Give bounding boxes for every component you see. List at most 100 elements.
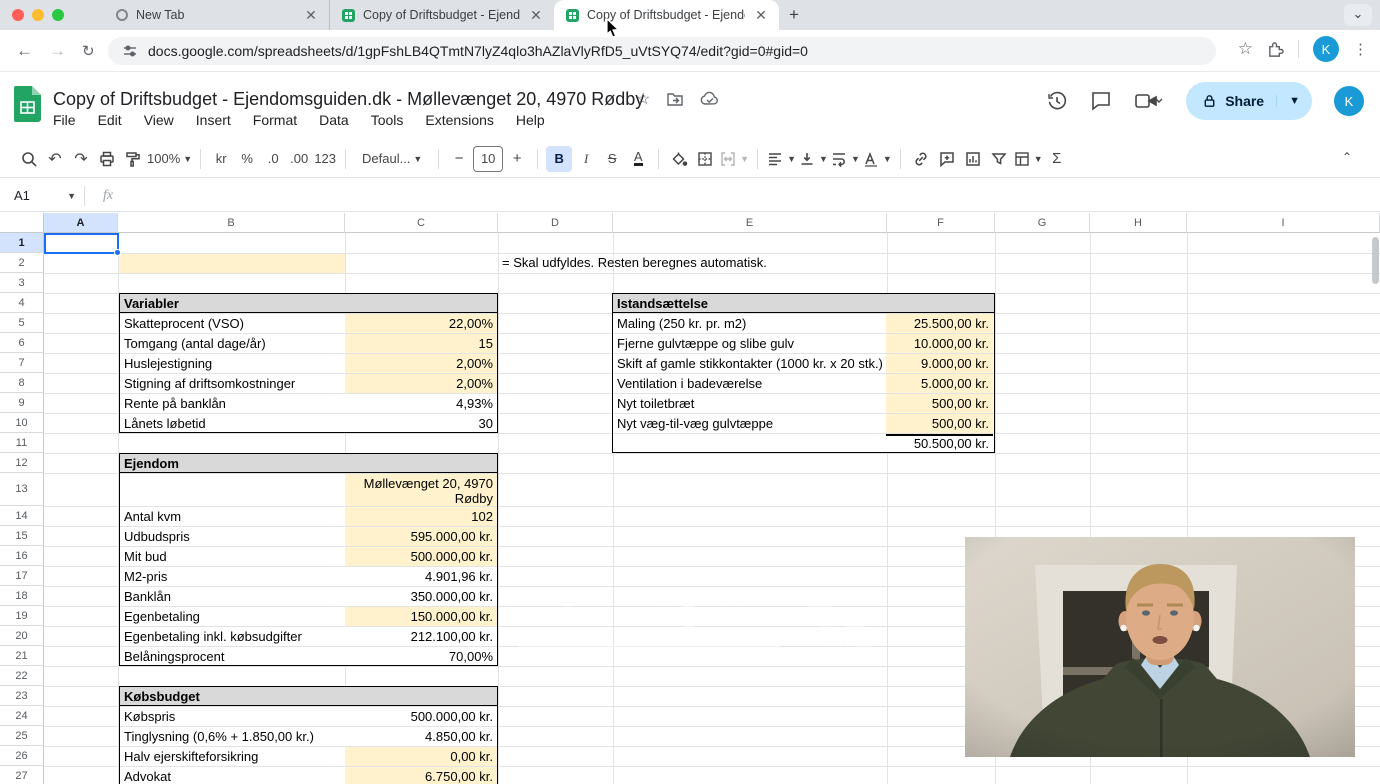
- format-percent-button[interactable]: %: [235, 146, 259, 172]
- row-value[interactable]: 500.000,00 kr.: [345, 547, 497, 566]
- row-header-3[interactable]: 3: [0, 273, 44, 293]
- back-button[interactable]: ←: [16, 41, 33, 61]
- column-header-B[interactable]: B: [118, 213, 345, 233]
- menu-format[interactable]: Format: [253, 112, 297, 128]
- menu-insert[interactable]: Insert: [196, 112, 231, 128]
- column-header-C[interactable]: C: [345, 213, 498, 233]
- row-label[interactable]: Tinglysning (0,6% + 1.850,00 kr.): [120, 727, 345, 746]
- increase-font-size-button[interactable]: +: [505, 146, 529, 172]
- insert-link-icon[interactable]: [909, 146, 933, 172]
- row-value[interactable]: 4.901,96 kr.: [345, 567, 497, 586]
- menu-view[interactable]: View: [144, 112, 174, 128]
- menu-tools[interactable]: Tools: [371, 112, 404, 128]
- row-header-13[interactable]: 13: [0, 473, 44, 506]
- close-tab-icon[interactable]: ✕: [753, 7, 769, 24]
- row-label[interactable]: Antal kvm: [120, 507, 345, 526]
- row-label[interactable]: Skatteprocent (VSO): [120, 314, 345, 333]
- row-value[interactable]: Møllevænget 20, 4970 Rødby: [345, 474, 497, 506]
- fill-color-icon[interactable]: [667, 146, 691, 172]
- row-header-21[interactable]: 21: [0, 646, 44, 666]
- tab-driftsbudget-1[interactable]: Copy of Driftsbudget - Ejendo ✕: [329, 0, 554, 30]
- zoom-window-button[interactable]: [52, 9, 64, 21]
- row-header-15[interactable]: 15: [0, 526, 44, 546]
- row-header-4[interactable]: 4: [0, 293, 44, 313]
- version-history-icon[interactable]: [1046, 90, 1068, 112]
- row-header-6[interactable]: 6: [0, 333, 44, 353]
- refresh-button[interactable]: ↻: [82, 42, 95, 60]
- legend-color-cell[interactable]: [119, 254, 345, 273]
- sheets-logo-icon[interactable]: [14, 86, 41, 122]
- row-header-22[interactable]: 22: [0, 666, 44, 686]
- document-title[interactable]: Copy of Driftsbudget - Ejendomsguiden.dk…: [53, 89, 644, 110]
- row-label[interactable]: Ventilation i badeværelse: [613, 374, 886, 393]
- redo-icon[interactable]: ↷: [69, 146, 93, 172]
- new-tab-button[interactable]: +: [789, 5, 799, 25]
- horizontal-align-button[interactable]: ▼: [766, 146, 796, 172]
- borders-icon[interactable]: [693, 146, 717, 172]
- row-label[interactable]: Nyt væg-til-væg gulvtæppe: [613, 414, 886, 433]
- row-value[interactable]: 4.850,00 kr.: [345, 727, 497, 746]
- row-header-2[interactable]: 2: [0, 253, 44, 273]
- fill-handle[interactable]: [114, 249, 121, 256]
- row-header-14[interactable]: 14: [0, 506, 44, 526]
- row-header-11[interactable]: 11: [0, 433, 44, 453]
- collapse-toolbar-icon[interactable]: ⌃: [1342, 150, 1352, 164]
- row-header-5[interactable]: 5: [0, 313, 44, 333]
- text-color-button[interactable]: A: [626, 146, 650, 172]
- legend-note[interactable]: = Skal udfyldes. Resten beregnes automat…: [502, 253, 767, 273]
- row-header-1[interactable]: 1: [0, 233, 44, 253]
- webcam-video-overlay[interactable]: [965, 537, 1355, 757]
- italic-button[interactable]: I: [574, 146, 598, 172]
- row-header-7[interactable]: 7: [0, 353, 44, 373]
- bold-button[interactable]: B: [546, 146, 572, 172]
- menu-data[interactable]: Data: [319, 112, 349, 128]
- site-settings-icon[interactable]: [122, 43, 138, 59]
- row-value[interactable]: 30: [345, 414, 497, 433]
- row-label[interactable]: Stigning af driftsomkostninger: [120, 374, 345, 393]
- create-filter-icon[interactable]: [987, 146, 1011, 172]
- column-header-I[interactable]: I: [1187, 213, 1380, 233]
- cloud-saved-icon[interactable]: [700, 90, 720, 108]
- row-value[interactable]: 5.000,00 kr.: [886, 374, 993, 393]
- row-header-20[interactable]: 20: [0, 626, 44, 646]
- menu-edit[interactable]: Edit: [98, 112, 122, 128]
- table-header[interactable]: Variabler: [120, 294, 497, 313]
- table-header[interactable]: Ejendom: [120, 454, 497, 473]
- format-currency-button[interactable]: kr: [209, 146, 233, 172]
- undo-icon[interactable]: ↶: [43, 146, 67, 172]
- tab-search-chevron-icon[interactable]: ⌄: [1344, 4, 1372, 26]
- address-bar[interactable]: docs.google.com/spreadsheets/d/1gpFshLB4…: [108, 37, 1216, 65]
- tab-driftsbudget-2[interactable]: Copy of Driftsbudget - Ejendo ✕: [554, 0, 779, 30]
- row-label[interactable]: M2-pris: [120, 567, 345, 586]
- row-header-18[interactable]: 18: [0, 586, 44, 606]
- meet-camera-icon[interactable]: [1134, 90, 1164, 112]
- merge-cells-button[interactable]: ▼: [719, 146, 749, 172]
- insert-comment-icon[interactable]: [935, 146, 959, 172]
- decrease-font-size-button[interactable]: −: [447, 146, 471, 172]
- row-label[interactable]: Huslejestigning: [120, 354, 345, 373]
- row-value[interactable]: 500.000,00 kr.: [345, 707, 497, 726]
- vertical-align-button[interactable]: ▼: [798, 146, 828, 172]
- star-document-icon[interactable]: ☆: [636, 89, 650, 109]
- row-label[interactable]: Udbudspris: [120, 527, 345, 546]
- column-header-G[interactable]: G: [995, 213, 1090, 233]
- menu-help[interactable]: Help: [516, 112, 545, 128]
- row-header-25[interactable]: 25: [0, 726, 44, 746]
- row-header-16[interactable]: 16: [0, 546, 44, 566]
- share-button[interactable]: Share ▼: [1186, 82, 1312, 120]
- more-formats-button[interactable]: 123: [313, 146, 337, 172]
- menu-extensions[interactable]: Extensions: [425, 112, 493, 128]
- row-label[interactable]: Mit bud: [120, 547, 345, 566]
- scrollbar-thumb[interactable]: [1372, 237, 1379, 284]
- row-header-8[interactable]: 8: [0, 373, 44, 393]
- insert-chart-icon[interactable]: [961, 146, 985, 172]
- strikethrough-button[interactable]: S: [600, 146, 624, 172]
- close-tab-icon[interactable]: ✕: [528, 7, 544, 24]
- total-value[interactable]: 50.500,00 kr.: [886, 434, 993, 453]
- row-value[interactable]: 212.100,00 kr.: [345, 627, 497, 646]
- row-label[interactable]: Lånets løbetid: [120, 414, 345, 433]
- row-header-12[interactable]: 12: [0, 453, 44, 473]
- text-rotation-button[interactable]: ▼: [862, 146, 892, 172]
- close-tab-icon[interactable]: ✕: [303, 7, 319, 24]
- name-box[interactable]: A1 ▼: [0, 188, 84, 203]
